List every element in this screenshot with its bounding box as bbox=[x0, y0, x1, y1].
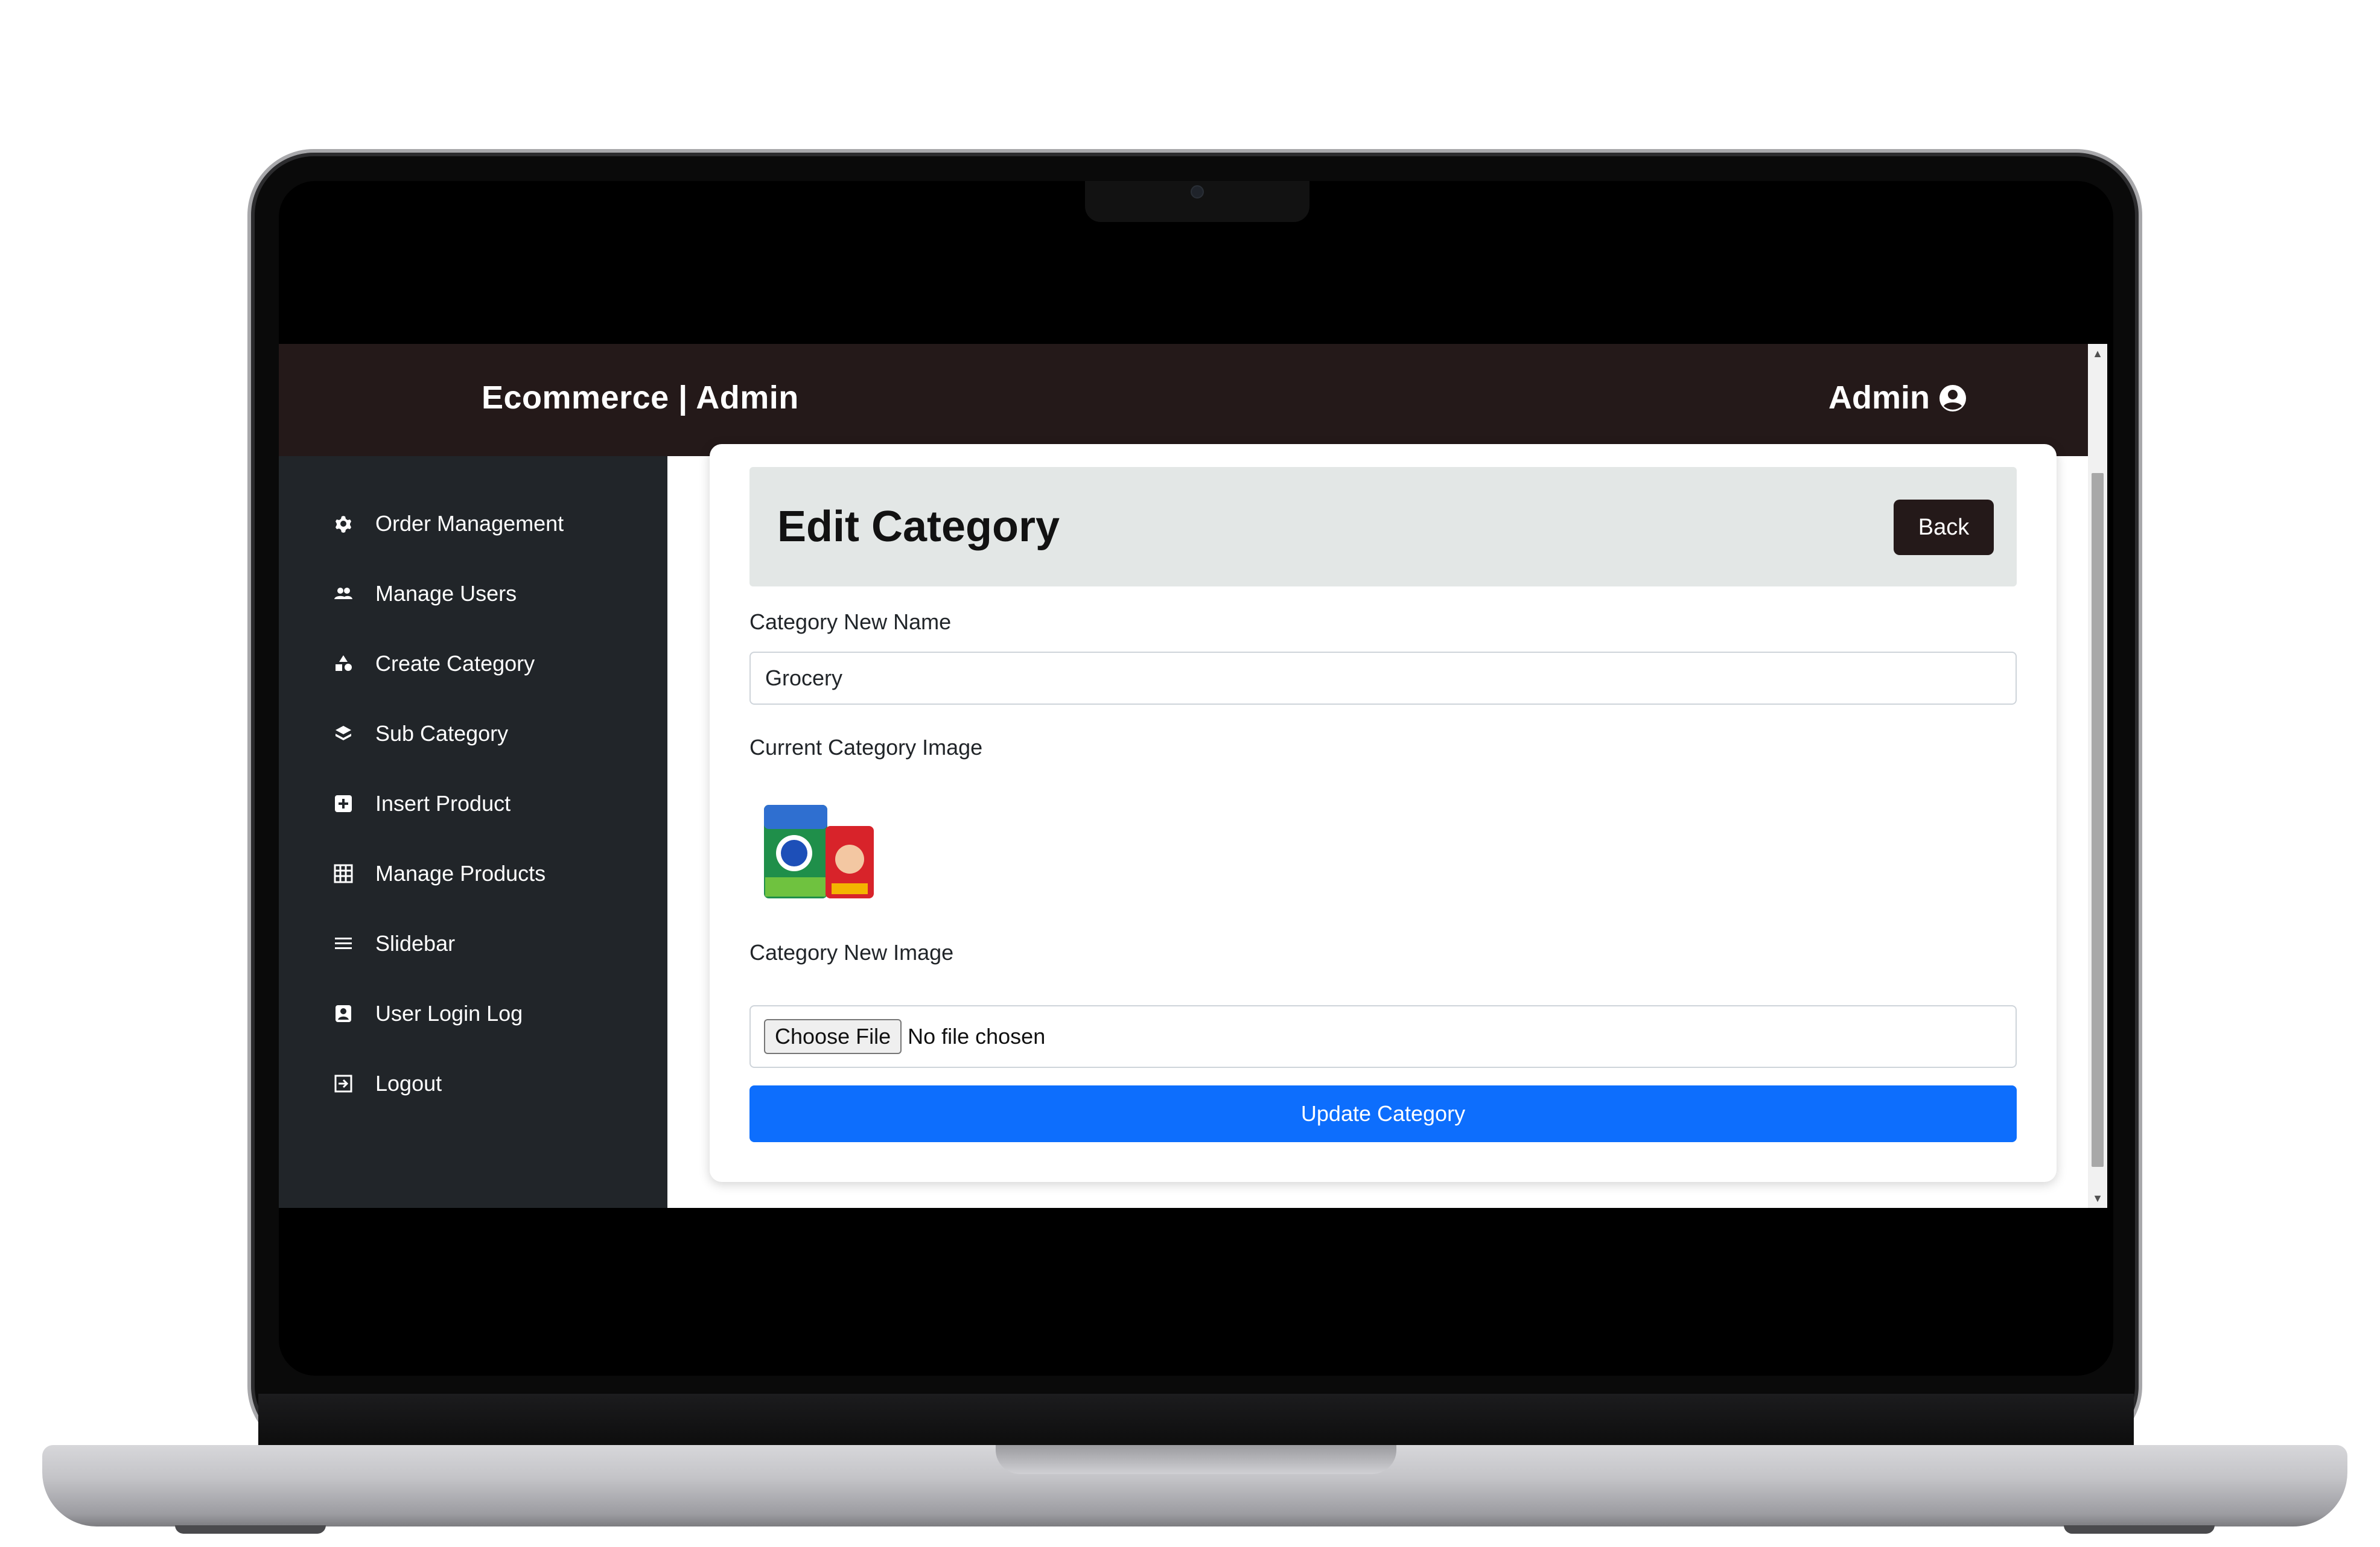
page-scrollbar[interactable]: ▲ ▼ bbox=[2088, 344, 2107, 1208]
new-image-label: Category New Image bbox=[749, 940, 954, 965]
sign-out-icon bbox=[333, 1073, 354, 1094]
card-header: Edit Category Back bbox=[749, 467, 2017, 586]
choose-file-button[interactable]: Choose File bbox=[764, 1019, 902, 1054]
sidebar-item-order-management[interactable]: Order Management bbox=[333, 506, 564, 542]
sidebar-item-sub-category[interactable]: Sub Category bbox=[333, 716, 508, 752]
camera-icon bbox=[1191, 185, 1204, 199]
category-name-input[interactable] bbox=[749, 652, 2017, 705]
plus-square-icon bbox=[333, 793, 354, 814]
screen: Ecommerce | Admin Admin Order Management bbox=[279, 344, 2107, 1208]
brand-title[interactable]: Ecommerce | Admin bbox=[482, 379, 799, 416]
sidebar-item-label: Logout bbox=[375, 1071, 442, 1096]
main-content: Edit Category Back Category New Name Cur… bbox=[667, 444, 2088, 1208]
layers-icon bbox=[333, 723, 354, 744]
admin-label: Admin bbox=[1828, 380, 1930, 416]
category-image-file-input[interactable]: Choose File No file chosen bbox=[749, 1005, 2017, 1068]
current-image-label: Current Category Image bbox=[749, 735, 983, 760]
sidebar-item-slidebar[interactable]: Slidebar bbox=[333, 926, 455, 962]
shapes-icon bbox=[333, 653, 354, 674]
scroll-thumb[interactable] bbox=[2092, 473, 2104, 1167]
sidebar-item-manage-products[interactable]: Manage Products bbox=[333, 856, 546, 892]
sidebar-item-insert-product[interactable]: Insert Product bbox=[333, 786, 511, 822]
sidebar-item-logout[interactable]: Logout bbox=[333, 1066, 442, 1102]
update-category-button[interactable]: Update Category bbox=[749, 1085, 2017, 1142]
user-circle-icon bbox=[1938, 383, 1967, 412]
bars-icon bbox=[333, 933, 354, 954]
gear-icon bbox=[333, 513, 354, 534]
sidebar-item-user-login-log[interactable]: User Login Log bbox=[333, 996, 523, 1032]
category-name-label: Category New Name bbox=[749, 609, 952, 634]
back-button[interactable]: Back bbox=[1894, 500, 1994, 555]
admin-menu[interactable]: Admin bbox=[1828, 379, 1967, 416]
sidebar-item-label: Manage Products bbox=[375, 861, 546, 886]
no-file-text: No file chosen bbox=[908, 1024, 1046, 1049]
sidebar-item-label: User Login Log bbox=[375, 1001, 523, 1026]
edit-category-card: Edit Category Back Category New Name Cur… bbox=[710, 444, 2057, 1182]
sidebar-item-label: Slidebar bbox=[375, 931, 456, 956]
id-badge-icon bbox=[333, 1003, 354, 1024]
top-navbar: Ecommerce | Admin Admin bbox=[279, 344, 2088, 456]
laptop-hinge bbox=[258, 1394, 2134, 1449]
page-title: Edit Category bbox=[777, 503, 1060, 551]
sidebar-item-label: Insert Product bbox=[375, 791, 511, 816]
sidebar-item-manage-users[interactable]: Manage Users bbox=[333, 576, 517, 612]
sidebar: Order Management Manage Users Create Cat… bbox=[279, 456, 667, 1208]
laptop-foot-right bbox=[2064, 1525, 2215, 1534]
sidebar-item-create-category[interactable]: Create Category bbox=[333, 646, 535, 682]
table-icon bbox=[333, 863, 354, 884]
users-icon bbox=[333, 583, 354, 604]
sidebar-item-label: Manage Users bbox=[375, 581, 517, 606]
scroll-up-arrow-icon[interactable]: ▲ bbox=[2088, 344, 2107, 363]
sidebar-item-label: Order Management bbox=[375, 511, 564, 536]
scroll-down-arrow-icon[interactable]: ▼ bbox=[2088, 1189, 2107, 1208]
sidebar-item-label: Sub Category bbox=[375, 721, 509, 746]
sidebar-item-label: Create Category bbox=[375, 651, 535, 676]
laptop-base-groove bbox=[996, 1445, 1396, 1474]
current-category-image bbox=[758, 793, 879, 901]
laptop-foot-left bbox=[175, 1525, 326, 1534]
